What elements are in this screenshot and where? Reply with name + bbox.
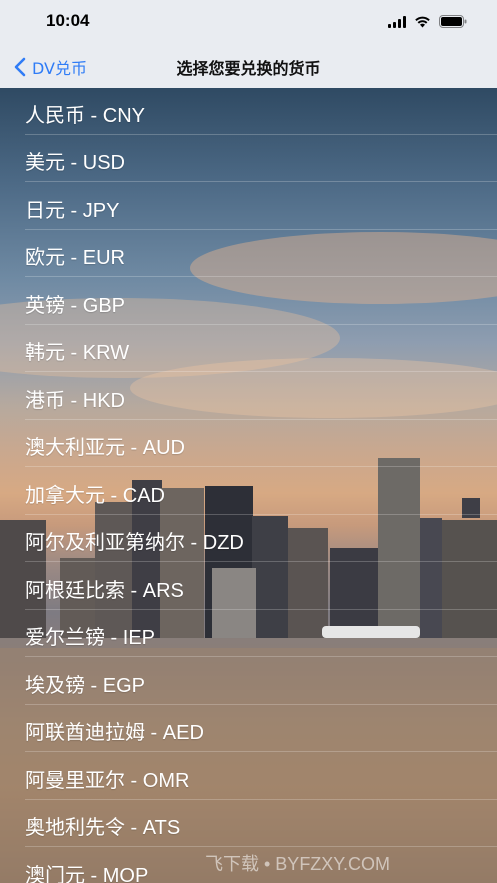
status-time: 10:04 [46,11,90,30]
currency-label: 澳大利亚元 - AUD [25,437,185,459]
currency-label: 奥地利先令 - ATS [25,817,181,839]
status-icons [388,14,467,30]
currency-label: 阿根廷比索 - ARS [25,580,184,602]
currency-row-eur[interactable]: 欧元 - EUR [0,230,497,277]
currency-row-omr[interactable]: 阿曼里亚尔 - OMR [0,753,497,800]
currency-row-aud[interactable]: 澳大利亚元 - AUD [0,420,497,467]
page-title: 选择您要兑换的货币 [176,59,321,78]
currency-row-gbp[interactable]: 英镑 - GBP [0,278,497,325]
status-bar: 10:04 [0,0,497,46]
watermark-text: 飞下载 • BYFZXY.COM [205,854,390,874]
currency-label: 韩元 - KRW [25,342,130,364]
battery-icon [439,13,467,32]
currency-row-ars[interactable]: 阿根廷比索 - ARS [0,563,497,610]
row-divider [25,656,497,657]
row-divider [25,181,497,182]
currency-row-cny[interactable]: 人民币 - CNY [0,88,497,135]
top-bar: 10:04 DV兑币 选择您要兑换的货币 [0,0,497,88]
currency-row-cad[interactable]: 加拿大元 - CAD [0,468,497,515]
row-divider [25,751,497,752]
currency-row-krw[interactable]: 韩元 - KRW [0,325,497,372]
currency-row-aed[interactable]: 阿联酋迪拉姆 - AED [0,705,497,752]
currency-label: 英镑 - GBP [25,295,126,317]
currency-label: 日元 - JPY [25,200,120,222]
currency-label: 美元 - USD [25,152,125,174]
row-divider [25,276,497,277]
currency-row-dzd[interactable]: 阿尔及利亚第纳尔 - DZD [0,515,497,562]
currency-label: 加拿大元 - CAD [25,485,165,507]
currency-label: 阿曼里亚尔 - OMR [25,770,190,792]
currency-row-egp[interactable]: 埃及镑 - EGP [0,658,497,705]
row-divider [25,846,497,847]
row-divider [25,466,497,467]
currency-row-usd[interactable]: 美元 - USD [0,135,497,182]
navigation-bar: DV兑币 选择您要兑换的货币 [0,46,497,88]
watermark: 飞下载 • BYFZXY.COM [0,850,497,876]
currency-row-ats[interactable]: 奥地利先令 - ATS [0,800,497,847]
row-divider [25,561,497,562]
currency-row-hkd[interactable]: 港币 - HKD [0,373,497,420]
currency-label: 爱尔兰镑 - IEP [25,627,156,649]
signal-icon [388,13,406,32]
currency-label: 埃及镑 - EGP [25,675,146,697]
wifi-icon [414,13,431,32]
currency-row-iep[interactable]: 爱尔兰镑 - IEP [0,610,497,657]
currency-list: 人民币 - CNY 美元 - USD 日元 - JPY 欧元 - EUR 英镑 … [0,88,497,883]
currency-label: 阿尔及利亚第纳尔 - DZD [25,532,244,554]
row-divider [25,371,497,372]
currency-label: 阿联酋迪拉姆 - AED [25,722,204,744]
currency-row-jpy[interactable]: 日元 - JPY [0,183,497,230]
currency-label: 港币 - HKD [25,390,125,412]
currency-label: 人民币 - CNY [25,105,145,127]
currency-label: 欧元 - EUR [25,247,125,269]
